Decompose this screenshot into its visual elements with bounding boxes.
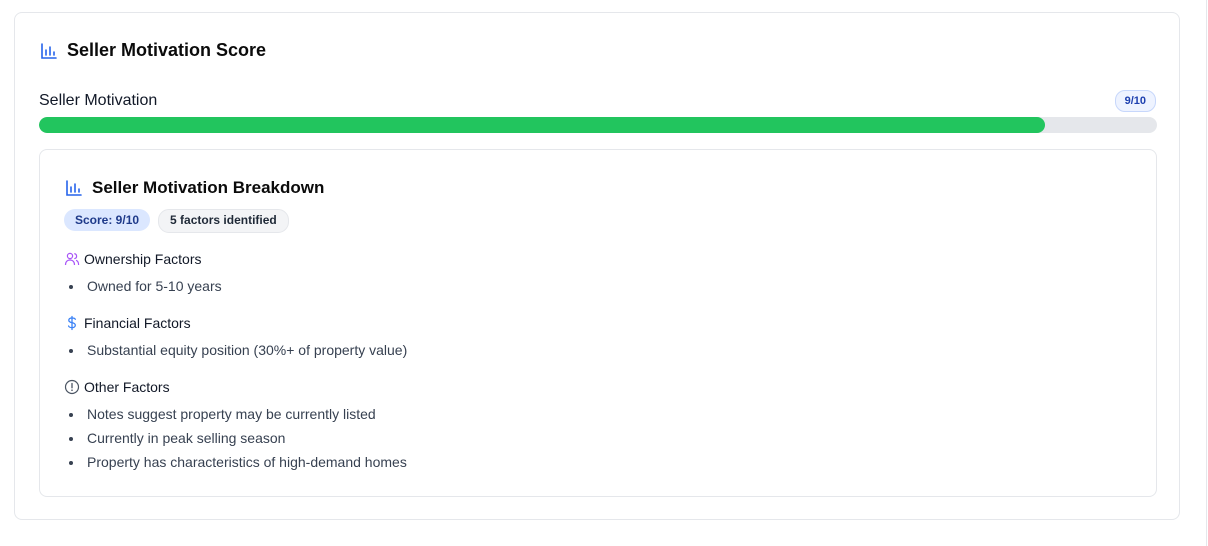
dollar-icon: [64, 315, 80, 331]
list-item: Substantial equity position (30%+ of pro…: [64, 338, 407, 362]
list-item: Currently in peak selling season: [64, 426, 407, 450]
breakdown-header: Seller Motivation Breakdown: [64, 178, 324, 198]
list-item: Notes suggest property may be currently …: [64, 402, 407, 426]
page-scroll-edge: [1206, 0, 1207, 546]
factor-list: Owned for 5-10 years: [64, 274, 222, 298]
card-header: Seller Motivation Score: [39, 40, 266, 61]
motivation-progress-fill: [39, 117, 1046, 133]
users-icon: [64, 251, 80, 267]
financial-factors-section: Financial Factors Substantial equity pos…: [64, 314, 407, 362]
meter-score-badge: 9/10: [1114, 90, 1156, 112]
section-title: Ownership Factors: [84, 251, 202, 267]
motivation-progress-bar: [39, 117, 1157, 133]
ownership-factors-section: Ownership Factors Owned for 5-10 years: [64, 250, 222, 298]
breakdown-badges: Score: 9/10 5 factors identified: [64, 209, 289, 233]
meter-label: Seller Motivation: [39, 92, 158, 109]
factor-list: Notes suggest property may be currently …: [64, 402, 407, 474]
bar-chart-icon: [39, 41, 59, 61]
list-item: Owned for 5-10 years: [64, 274, 222, 298]
list-item: Property has characteristics of high-dem…: [64, 450, 407, 474]
alert-circle-icon: [64, 379, 80, 395]
factor-list: Substantial equity position (30%+ of pro…: [64, 338, 407, 362]
section-header: Other Factors: [64, 378, 407, 396]
section-title: Other Factors: [84, 379, 170, 395]
section-header: Ownership Factors: [64, 250, 222, 268]
bar-chart-icon: [64, 178, 84, 198]
score-badge: Score: 9/10: [64, 209, 151, 231]
section-header: Financial Factors: [64, 314, 407, 332]
section-title: Financial Factors: [84, 315, 191, 331]
breakdown-title: Seller Motivation Breakdown: [92, 178, 325, 197]
factors-count-badge: 5 factors identified: [158, 209, 289, 233]
card-title: Seller Motivation Score: [67, 40, 267, 60]
other-factors-section: Other Factors Notes suggest property may…: [64, 378, 407, 474]
breakdown-panel: Seller Motivation Breakdown Score: 9/10 …: [39, 149, 1157, 497]
seller-motivation-card: Seller Motivation Score Seller Motivatio…: [14, 12, 1180, 520]
